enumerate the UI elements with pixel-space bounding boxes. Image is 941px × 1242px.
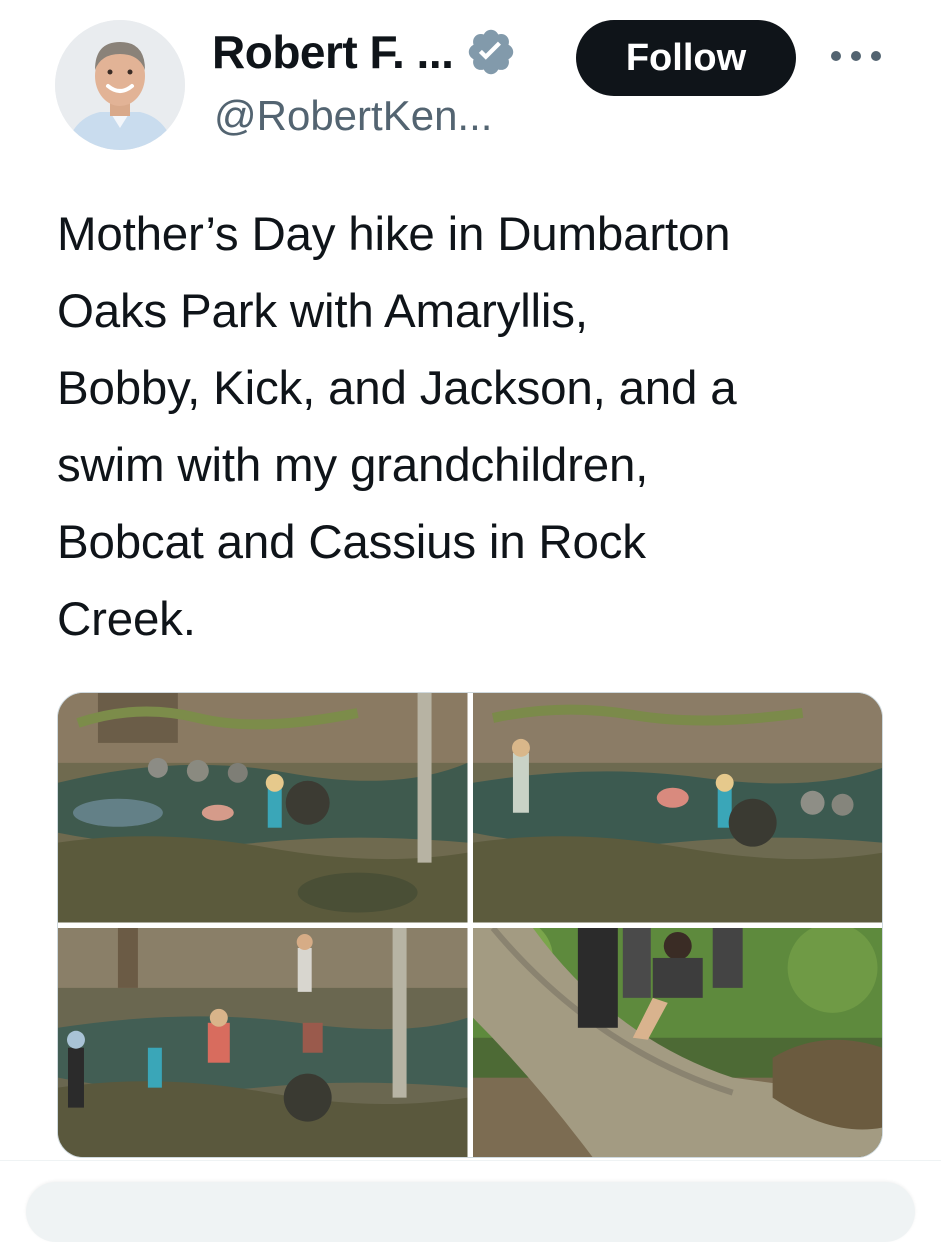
media-photo-1[interactable] <box>58 693 468 923</box>
creek-photo-image <box>472 693 882 923</box>
creek-photo-image <box>58 927 468 1157</box>
media-photo-3[interactable] <box>58 927 468 1157</box>
fallen-tree-photo-image <box>472 927 882 1157</box>
author-avatar[interactable] <box>55 20 185 150</box>
creek-photo-image <box>58 693 468 923</box>
media-photo-4[interactable] <box>472 927 882 1157</box>
author-display-name[interactable]: Robert F. ... <box>212 25 454 79</box>
author-handle[interactable]: @RobertKen... <box>214 92 492 140</box>
verified-badge-icon[interactable] <box>465 26 517 78</box>
post-text: Mother’s Day hike in Dumbarton Oaks Park… <box>57 208 737 646</box>
reply-composer-bar[interactable] <box>26 1182 915 1242</box>
divider <box>0 1160 941 1161</box>
follow-button[interactable]: Follow <box>576 20 796 96</box>
media-photo-2[interactable] <box>472 693 882 923</box>
more-options-button[interactable] <box>826 36 886 76</box>
media-grid <box>57 692 883 1158</box>
avatar-image <box>55 20 185 150</box>
more-horizontal-icon <box>831 51 881 61</box>
author-name-row: Robert F. ... <box>212 24 517 80</box>
